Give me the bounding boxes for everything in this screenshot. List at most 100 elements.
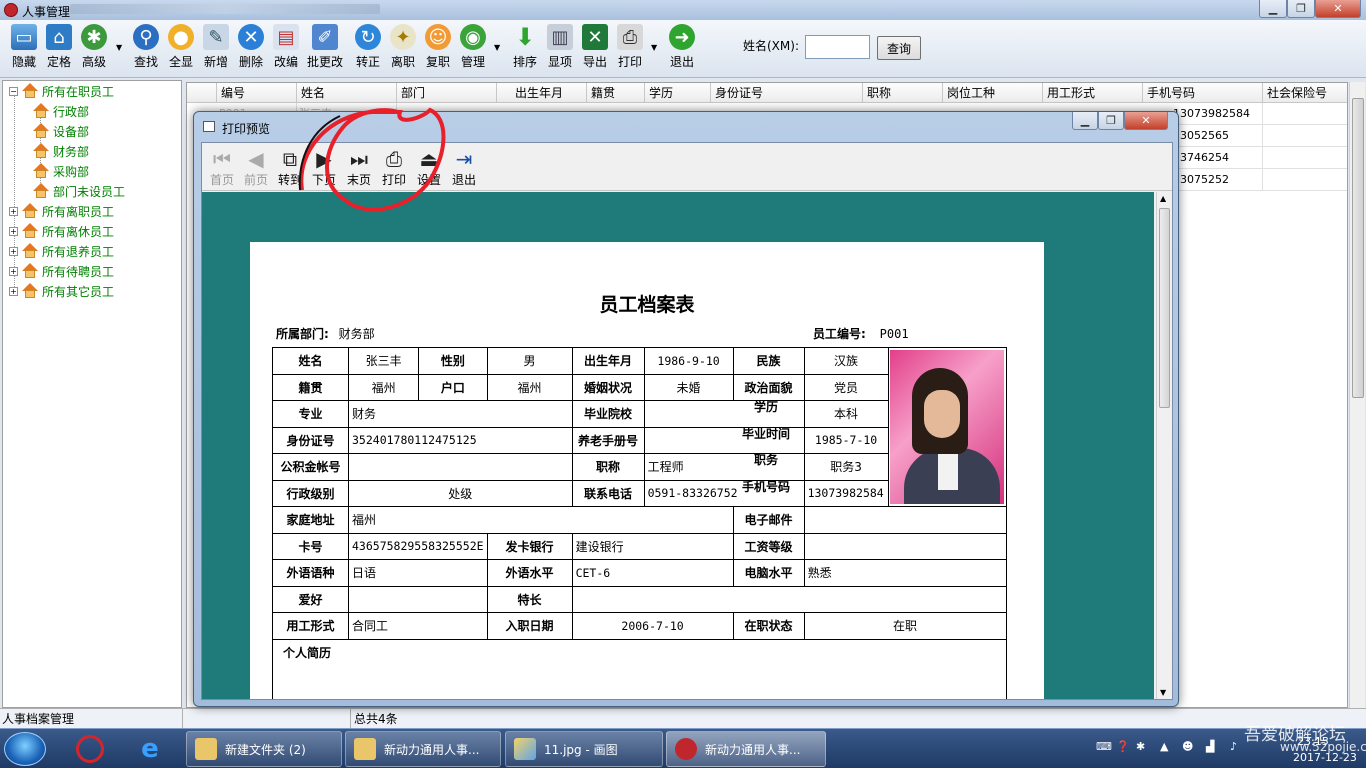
column-header[interactable]: 职称 [863, 83, 943, 103]
tree-node-retired[interactable]: + 所有离休员工 [9, 221, 114, 241]
scrollbar-thumb[interactable] [1352, 98, 1364, 398]
first-page-button[interactable]: ⏮ 首页 [204, 147, 240, 189]
dialog-maximize-button[interactable]: ❐ [1098, 112, 1124, 130]
hide-button[interactable]: ▭ 隐藏 [7, 24, 41, 76]
goto-page-button[interactable]: ⧉ 转到 [272, 147, 308, 189]
department-value: 财务部 [338, 327, 375, 341]
column-header[interactable]: 手机号码 [1143, 83, 1263, 103]
tree-node-pending[interactable]: + 所有待聘员工 [9, 261, 114, 281]
task-paint[interactable]: 11.jpg - 画图 [505, 731, 663, 767]
column-header[interactable]: 岗位工种 [943, 83, 1043, 103]
edit-button[interactable]: ▤ 改编 [269, 24, 303, 76]
advanced-dropdown-arrow[interactable]: ▼ [116, 43, 122, 52]
batch-edit-button[interactable]: ✐ 批更改 [307, 24, 343, 76]
preview-vertical-scrollbar[interactable]: ▲ ▼ [1156, 192, 1172, 699]
column-header[interactable]: 用工形式 [1043, 83, 1143, 103]
grid-cell[interactable] [1263, 147, 1347, 169]
sort-button[interactable]: ⬇ 排序 [508, 23, 542, 76]
task-hr-app-2[interactable]: 新动力通用人事... [666, 731, 826, 767]
column-header[interactable]: 出生年月 [497, 83, 587, 103]
freeze-button[interactable]: ⌂ 定格 [42, 24, 76, 76]
export-button[interactable]: ✕ 导出 [578, 24, 612, 76]
expand-icon[interactable]: + [9, 286, 18, 296]
tree-node-pensioned[interactable]: + 所有退养员工 [9, 241, 114, 261]
status-record-count: 总共4条 [354, 712, 398, 726]
batch-edit-icon: ✐ [312, 24, 338, 50]
columns-icon: ▥ [547, 24, 573, 50]
maximize-button[interactable]: ❐ [1287, 0, 1315, 18]
rehire-button[interactable]: ☺ 复职 [421, 24, 455, 76]
scroll-down-icon[interactable]: ▼ [1160, 688, 1166, 697]
prev-page-button[interactable]: ◀ 前页 [238, 147, 274, 189]
column-header[interactable]: 籍贯 [587, 83, 645, 103]
expand-icon[interactable]: + [9, 226, 18, 236]
print-dropdown-arrow[interactable]: ▼ [651, 43, 657, 52]
tree-node-active-staff[interactable]: − 所有在职员工 [9, 81, 114, 101]
pinned-app-red-icon[interactable] [72, 733, 108, 765]
tree-node-dept[interactable]: 行政部 [33, 101, 89, 121]
close-button[interactable]: ✕ [1315, 0, 1361, 18]
expand-icon[interactable]: + [9, 206, 18, 216]
scrollbar-thumb[interactable] [1159, 208, 1170, 408]
expand-icon[interactable]: + [9, 266, 18, 276]
add-button[interactable]: ✎ 新增 [199, 24, 233, 76]
fund-value [348, 453, 573, 481]
collapse-icon[interactable]: − [9, 86, 18, 96]
preview-canvas[interactable]: 员工档案表 所属部门: 财务部 员工编号: P001 姓名 张三丰 性别 男 出… [202, 192, 1154, 699]
column-header[interactable]: 学历 [645, 83, 711, 103]
preview-exit-button[interactable]: ⇥ 退出 [446, 147, 482, 189]
tree-node-dept[interactable]: 设备部 [33, 121, 89, 141]
find-button[interactable]: ⚲ 查找 [129, 24, 163, 76]
tree-node-other[interactable]: + 所有其它员工 [9, 281, 114, 301]
page-setup-button[interactable]: ⏏ 设置 [411, 147, 447, 189]
expand-icon[interactable]: + [9, 246, 18, 256]
volume-icon[interactable]: ♪ [1230, 740, 1237, 753]
regularize-button[interactable]: ↻ 转正 [351, 24, 385, 76]
print-button[interactable]: ⎙ 打印 [613, 24, 647, 76]
query-button[interactable]: 查询 [877, 36, 921, 60]
tray-expand-icon[interactable]: ▲ [1160, 740, 1168, 753]
next-page-button[interactable]: ▶ 下页 [306, 147, 342, 189]
grid-cell[interactable] [1263, 125, 1347, 147]
salary-value [803, 532, 1007, 560]
manage-button[interactable]: ◉ 管理 [456, 24, 490, 76]
tree-node-dept[interactable]: 采购部 [33, 161, 89, 181]
ie-icon[interactable]: e [132, 733, 168, 765]
grid-cell[interactable] [1263, 103, 1347, 125]
exit-button[interactable]: ➜ 退出 [665, 24, 699, 76]
show-all-button[interactable]: ● 全显 [164, 24, 198, 76]
preview-print-button[interactable]: ⎙ 打印 [376, 147, 412, 189]
dialog-close-button[interactable]: ✕ [1124, 112, 1168, 130]
help-icon[interactable]: ❓ [1116, 740, 1130, 753]
task-folder[interactable]: 新建文件夹 (2) [186, 731, 342, 767]
column-header[interactable]: 姓名 [297, 83, 397, 103]
keyboard-icon[interactable]: ⌨ [1096, 740, 1112, 753]
house-icon [22, 283, 38, 299]
signal-icon[interactable]: ▟ [1206, 740, 1214, 753]
column-header[interactable]: 部门 [397, 83, 497, 103]
column-header[interactable]: 社会保险号 [1263, 83, 1347, 103]
manage-dropdown-arrow[interactable]: ▼ [494, 43, 500, 52]
column-header[interactable]: 身份证号 [711, 83, 863, 103]
tree-node-dept[interactable]: 财务部 [33, 141, 89, 161]
tree-node-resigned[interactable]: + 所有离职员工 [9, 201, 114, 221]
grid-vertical-scrollbar[interactable] [1349, 82, 1365, 708]
start-button[interactable] [4, 732, 46, 766]
column-header[interactable]: 编号 [217, 83, 297, 103]
resign-button[interactable]: ✦ 离职 [386, 24, 420, 76]
admin-level-value: 处级 [348, 479, 573, 507]
tree-node-dept[interactable]: 部门未设员工 [33, 181, 125, 201]
columns-button[interactable]: ▥ 显项 [543, 24, 577, 76]
advanced-button[interactable]: ✱ 高级 [77, 24, 111, 76]
name-search-input[interactable] [805, 35, 870, 59]
grid-cell[interactable] [1263, 169, 1347, 191]
qq-icon[interactable]: ☻ [1182, 740, 1193, 753]
last-page-button[interactable]: ⏭ 末页 [341, 147, 377, 189]
delete-button[interactable]: ✕ 删除 [234, 24, 268, 76]
minimize-button[interactable]: ▁ [1259, 0, 1287, 18]
dialog-minimize-button[interactable]: ▁ [1072, 112, 1098, 130]
network-icon[interactable]: ✱ [1136, 740, 1145, 753]
scroll-up-icon[interactable]: ▲ [1160, 194, 1166, 203]
house-icon [33, 123, 49, 139]
task-hr-app-1[interactable]: 新动力通用人事... [345, 731, 501, 767]
